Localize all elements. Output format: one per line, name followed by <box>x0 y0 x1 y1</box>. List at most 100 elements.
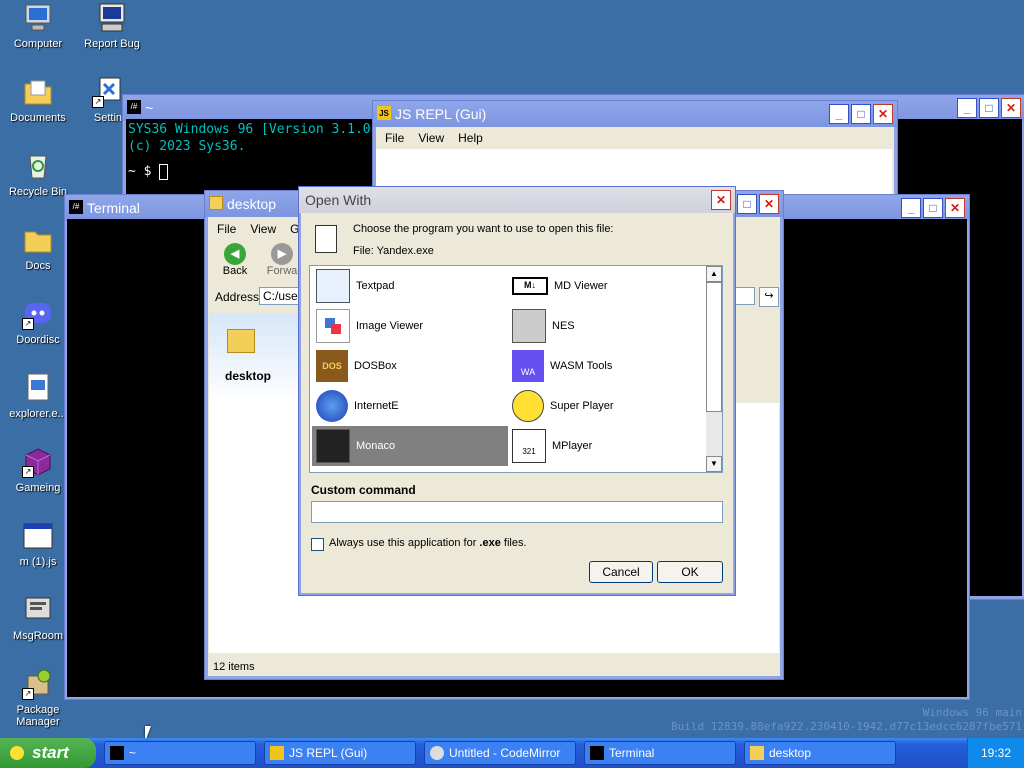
scroll-up-button[interactable]: ▲ <box>706 266 722 282</box>
program-item-monaco[interactable]: Monaco <box>312 426 508 466</box>
maximize-button[interactable]: □ <box>737 194 757 214</box>
folder-icon <box>22 224 54 256</box>
taskbar-item-label: Terminal <box>609 746 655 760</box>
program-item-nes[interactable]: NES <box>508 306 704 346</box>
taskbar: start ~ JS REPL (Gui) Untitled - CodeMir… <box>0 738 1024 768</box>
maximize-button[interactable]: □ <box>979 98 999 118</box>
close-button[interactable]: ✕ <box>873 104 893 124</box>
system-tray-clock[interactable]: 19:32 <box>967 738 1024 768</box>
taskbar-item-desktop[interactable]: desktop <box>744 741 896 765</box>
build-watermark: Windows 96 main Build 12839.88efa922.230… <box>671 706 1022 734</box>
menu-file[interactable]: File <box>217 219 236 239</box>
forward-label: Forwa <box>266 265 298 277</box>
address-label: Address <box>215 290 260 304</box>
menu-help[interactable]: Help <box>458 128 483 148</box>
maximize-button[interactable]: □ <box>923 198 943 218</box>
msgroom-icon <box>22 594 54 626</box>
dialog-title: Open With <box>305 192 372 208</box>
program-item-dosbox[interactable]: DOS DOSBox <box>312 346 508 386</box>
taskbar-item-js-repl[interactable]: JS REPL (Gui) <box>264 741 416 765</box>
desktop-icon-documents[interactable]: Documents <box>2 76 74 124</box>
program-item-image-viewer[interactable]: Image Viewer <box>312 306 508 346</box>
program-item-md-viewer[interactable]: M↓ MD Viewer <box>508 266 704 306</box>
shortcut-arrow-icon: ↗ <box>22 466 34 478</box>
menu-view[interactable]: View <box>250 219 276 239</box>
js-icon <box>270 746 284 760</box>
program-item-wasm-tools[interactable]: WA WASM Tools <box>508 346 704 386</box>
ok-button[interactable]: OK <box>657 561 723 583</box>
shortcut-arrow-icon: ↗ <box>22 688 34 700</box>
taskbar-item-codemirror[interactable]: Untitled - CodeMirror <box>424 741 576 765</box>
program-item-textpad[interactable]: Textpad <box>312 266 508 306</box>
discord-icon: ↗ <box>22 298 54 330</box>
scroll-down-button[interactable]: ▼ <box>706 456 722 472</box>
explorer-file-icon <box>22 372 54 404</box>
always-use-checkbox[interactable] <box>311 538 324 551</box>
desktop-icon-label: Report Bug <box>84 38 140 50</box>
terminal-prompt: ~ $ <box>128 164 160 179</box>
program-list-scrollbar[interactable]: ▲ ▼ <box>706 266 722 472</box>
desktop-icon-computer[interactable]: Computer <box>2 2 74 50</box>
menu-file[interactable]: File <box>385 128 404 148</box>
recycle-bin-icon <box>22 150 54 182</box>
dosbox-icon: DOS <box>316 350 348 382</box>
codemirror-icon <box>430 746 444 760</box>
minimize-button[interactable]: _ <box>829 104 849 124</box>
minimize-button[interactable]: _ <box>901 198 921 218</box>
maximize-button[interactable]: □ <box>851 104 871 124</box>
nes-console-icon <box>512 309 546 343</box>
program-name: Image Viewer <box>356 320 424 332</box>
desktop-icon-label: Package Manager <box>16 704 60 728</box>
wasm-icon: WA <box>512 350 544 382</box>
desktop-icon-report-bug[interactable]: Report Bug <box>76 2 148 50</box>
forward-button[interactable]: ▶ Forwa <box>265 243 299 277</box>
go-button[interactable]: ↪ <box>759 287 779 307</box>
start-label: start <box>32 743 69 762</box>
program-name: Super Player <box>550 400 614 412</box>
custom-command-input[interactable] <box>311 501 723 523</box>
settings-icon: ↗ <box>92 76 124 108</box>
folder-icon <box>227 329 255 353</box>
program-list[interactable]: Textpad M↓ MD Viewer Image Viewer NES DO… <box>309 265 723 473</box>
program-name: DOSBox <box>354 360 397 372</box>
window-title: ~ <box>145 100 154 116</box>
minimize-button[interactable]: _ <box>957 98 977 118</box>
custom-command-label: Custom command <box>311 483 416 497</box>
smiley-icon <box>512 390 544 422</box>
cube-game-icon: ↗ <box>22 446 54 478</box>
globe-icon <box>316 390 348 422</box>
terminal-cursor <box>159 163 169 180</box>
file-icon <box>315 225 337 253</box>
markdown-icon: M↓ <box>512 277 548 295</box>
title-bar[interactable]: Open With ✕ <box>299 187 735 213</box>
start-button[interactable]: start <box>0 738 96 768</box>
open-with-dialog[interactable]: Open With ✕ Choose the program you want … <box>298 186 736 596</box>
file-name-label: File: Yandex.exe <box>353 245 434 257</box>
scroll-thumb[interactable] <box>706 282 722 412</box>
program-item-internete[interactable]: InternetE <box>312 386 508 426</box>
close-button[interactable]: ✕ <box>711 190 731 210</box>
terminal-icon <box>590 746 604 760</box>
title-bar[interactable]: JS JS REPL (Gui) _ □ ✕ <box>373 101 897 127</box>
status-bar: 12 items <box>209 657 779 677</box>
taskbar-item-terminal[interactable]: Terminal <box>584 741 736 765</box>
window-title: desktop <box>227 196 277 212</box>
window-title: JS REPL (Gui) <box>395 106 487 122</box>
back-label: Back <box>222 265 248 277</box>
menu-view[interactable]: View <box>418 128 444 148</box>
terminal-icon: /# <box>127 100 141 114</box>
program-name: Textpad <box>356 280 395 292</box>
program-name: InternetE <box>354 400 399 412</box>
cancel-button[interactable]: Cancel <box>589 561 653 583</box>
taskbar-item-terminal-home[interactable]: ~ <box>104 741 256 765</box>
close-button[interactable]: ✕ <box>759 194 779 214</box>
back-button[interactable]: ◀ Back <box>219 243 251 277</box>
taskbar-item-label: Untitled - CodeMirror <box>449 746 561 760</box>
program-item-super-player[interactable]: Super Player <box>508 386 704 426</box>
program-item-mplayer[interactable]: 321 MPlayer <box>508 426 704 466</box>
desktop-icon-recycle-bin[interactable]: Recycle Bin <box>2 150 74 198</box>
close-button[interactable]: ✕ <box>1001 98 1021 118</box>
taskbar-item-label: desktop <box>769 746 812 760</box>
close-button[interactable]: ✕ <box>945 198 965 218</box>
program-name: MD Viewer <box>554 280 608 292</box>
